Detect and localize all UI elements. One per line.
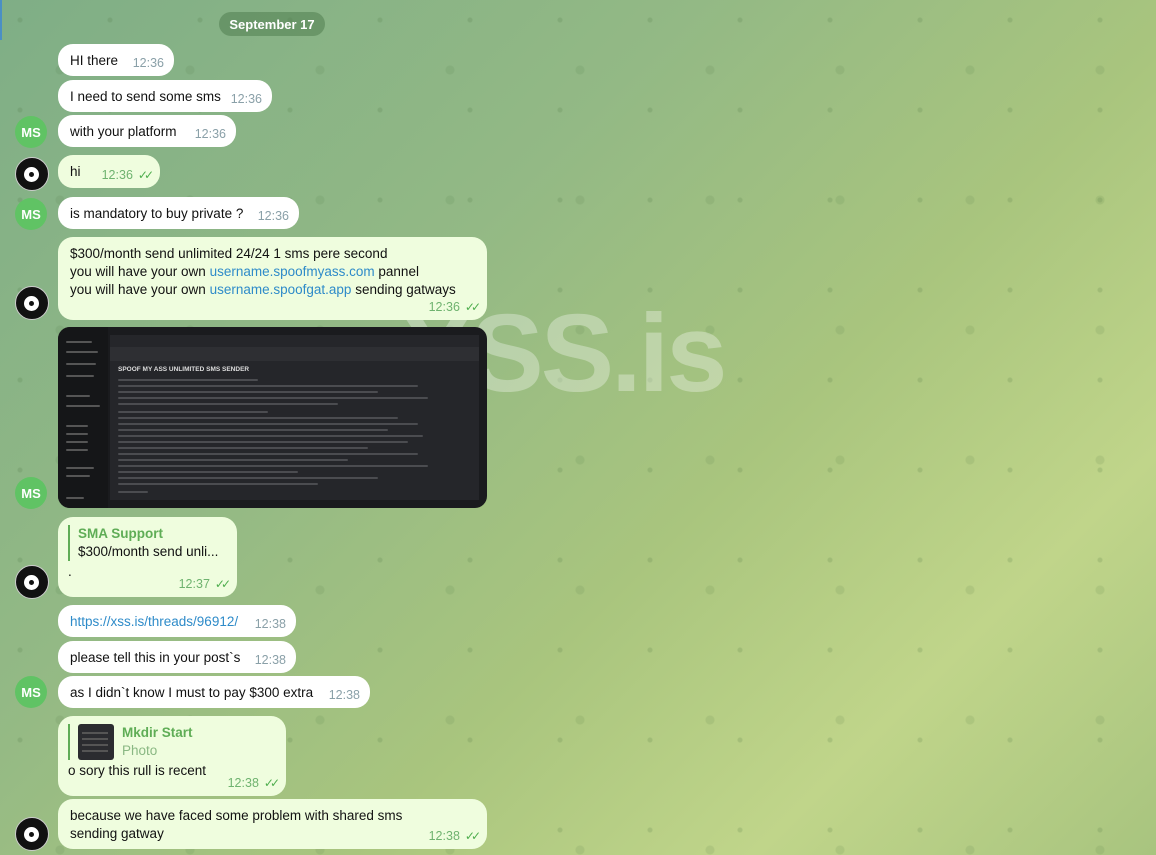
message-time: 12:36 xyxy=(101,168,133,182)
message-time: 12:36 xyxy=(257,209,289,223)
message-text: please tell this in your post`s xyxy=(70,650,241,665)
message-time: 12:36 xyxy=(194,127,226,141)
message-meta: 12:38 ✓✓ xyxy=(227,774,280,792)
message-bubble[interactable]: I need to send some sms 12:36 xyxy=(58,80,272,112)
date-separator: September 17 xyxy=(219,12,325,36)
contact-avatar[interactable]: MS xyxy=(15,477,47,509)
message-bubble-outgoing[interactable]: because we have faced some problem with … xyxy=(58,799,487,849)
read-checkmarks-icon: ✓✓ xyxy=(214,577,231,591)
own-avatar-panda[interactable] xyxy=(15,157,49,191)
message-text-line: you will have your own username.spoofmya… xyxy=(70,264,419,279)
reply-author: Mkdir Start xyxy=(122,725,193,740)
reply-quote[interactable]: Mkdir Start Photo xyxy=(68,724,274,760)
message-meta: 12:38 ✓✓ xyxy=(428,827,481,845)
message-time: 12:38 xyxy=(254,653,286,667)
read-checkmarks-icon: ✓✓ xyxy=(464,300,481,314)
contact-avatar[interactable]: MS xyxy=(15,676,47,708)
screenshot-sidebar xyxy=(58,327,108,508)
message-bubble-outgoing[interactable]: SMA Support $300/month send unli... . 12… xyxy=(58,517,237,597)
message-time: 12:36 xyxy=(428,300,460,314)
message-time: 12:38 xyxy=(428,829,460,843)
message-text-line: $300/month send unlimited 24/24 1 sms pe… xyxy=(70,246,388,261)
own-avatar-panda[interactable] xyxy=(15,565,49,599)
own-avatar-panda[interactable] xyxy=(15,817,49,851)
contact-avatar[interactable]: MS xyxy=(15,198,47,230)
message-text: I need to send some sms xyxy=(70,89,221,104)
read-checkmarks-icon: ✓✓ xyxy=(263,776,280,790)
message-bubble[interactable]: https://xss.is/threads/96912/ 12:38 xyxy=(58,605,296,637)
gateway-link[interactable]: username.spoofgat.app xyxy=(210,282,352,297)
screenshot-title: SPOOF MY ASS UNLIMITED SMS SENDER xyxy=(118,366,250,373)
reply-author: SMA Support xyxy=(78,526,163,541)
reply-quote[interactable]: SMA Support $300/month send unli... xyxy=(68,525,225,561)
message-text: as I didn`t know I must to pay $300 extr… xyxy=(70,685,314,700)
photo-attachment[interactable]: SPOOF MY ASS UNLIMITED SMS SENDER xyxy=(58,327,487,508)
message-bubble-outgoing[interactable]: hi 12:36 ✓✓ xyxy=(58,155,160,188)
message-time: 12:37 xyxy=(178,577,210,591)
message-bubble[interactable]: as I didn`t know I must to pay $300 extr… xyxy=(58,676,370,708)
message-bubble[interactable]: please tell this in your post`s 12:38 xyxy=(58,641,296,673)
message-text: hi xyxy=(70,164,81,179)
message-bubble-outgoing[interactable]: Mkdir Start Photo o sory this rull is re… xyxy=(58,716,286,796)
read-checkmarks-icon: ✓✓ xyxy=(464,829,481,843)
screenshot-content: SPOOF MY ASS UNLIMITED SMS SENDER xyxy=(110,335,479,500)
panel-link[interactable]: username.spoofmyass.com xyxy=(210,264,375,279)
message-time: 12:36 xyxy=(132,56,164,70)
message-time: 12:36 xyxy=(230,92,262,106)
message-text: because we have faced some problem with … xyxy=(70,808,403,841)
message-bubble[interactable]: is mandatory to buy private ? 12:36 xyxy=(58,197,299,229)
message-meta: 12:36 ✓✓ xyxy=(101,166,154,184)
message-text: with your platform xyxy=(70,124,177,139)
window-edge-accent xyxy=(0,0,2,40)
message-text-line: you will have your own username.spoofgat… xyxy=(70,282,456,297)
message-time: 12:38 xyxy=(254,617,286,631)
message-text: is mandatory to buy private ? xyxy=(70,206,244,221)
message-text: HI there xyxy=(70,53,119,68)
message-meta: 12:36 ✓✓ xyxy=(428,298,481,316)
reply-preview: Photo xyxy=(122,743,158,758)
contact-avatar[interactable]: MS xyxy=(15,116,47,148)
thread-link[interactable]: https://xss.is/threads/96912/ xyxy=(70,614,238,629)
message-time: 12:38 xyxy=(227,776,259,790)
message-bubble-outgoing[interactable]: $300/month send unlimited 24/24 1 sms pe… xyxy=(58,237,487,320)
message-bubble[interactable]: HI there 12:36 xyxy=(58,44,174,76)
reply-preview: $300/month send unli... xyxy=(78,544,219,559)
photo-thumbnail xyxy=(78,724,114,760)
own-avatar-panda[interactable] xyxy=(15,286,49,320)
message-meta: 12:37 ✓✓ xyxy=(178,575,231,593)
message-bubble[interactable]: with your platform 12:36 xyxy=(58,115,236,147)
message-time: 12:38 xyxy=(328,688,360,702)
read-checkmarks-icon: ✓✓ xyxy=(137,168,154,182)
